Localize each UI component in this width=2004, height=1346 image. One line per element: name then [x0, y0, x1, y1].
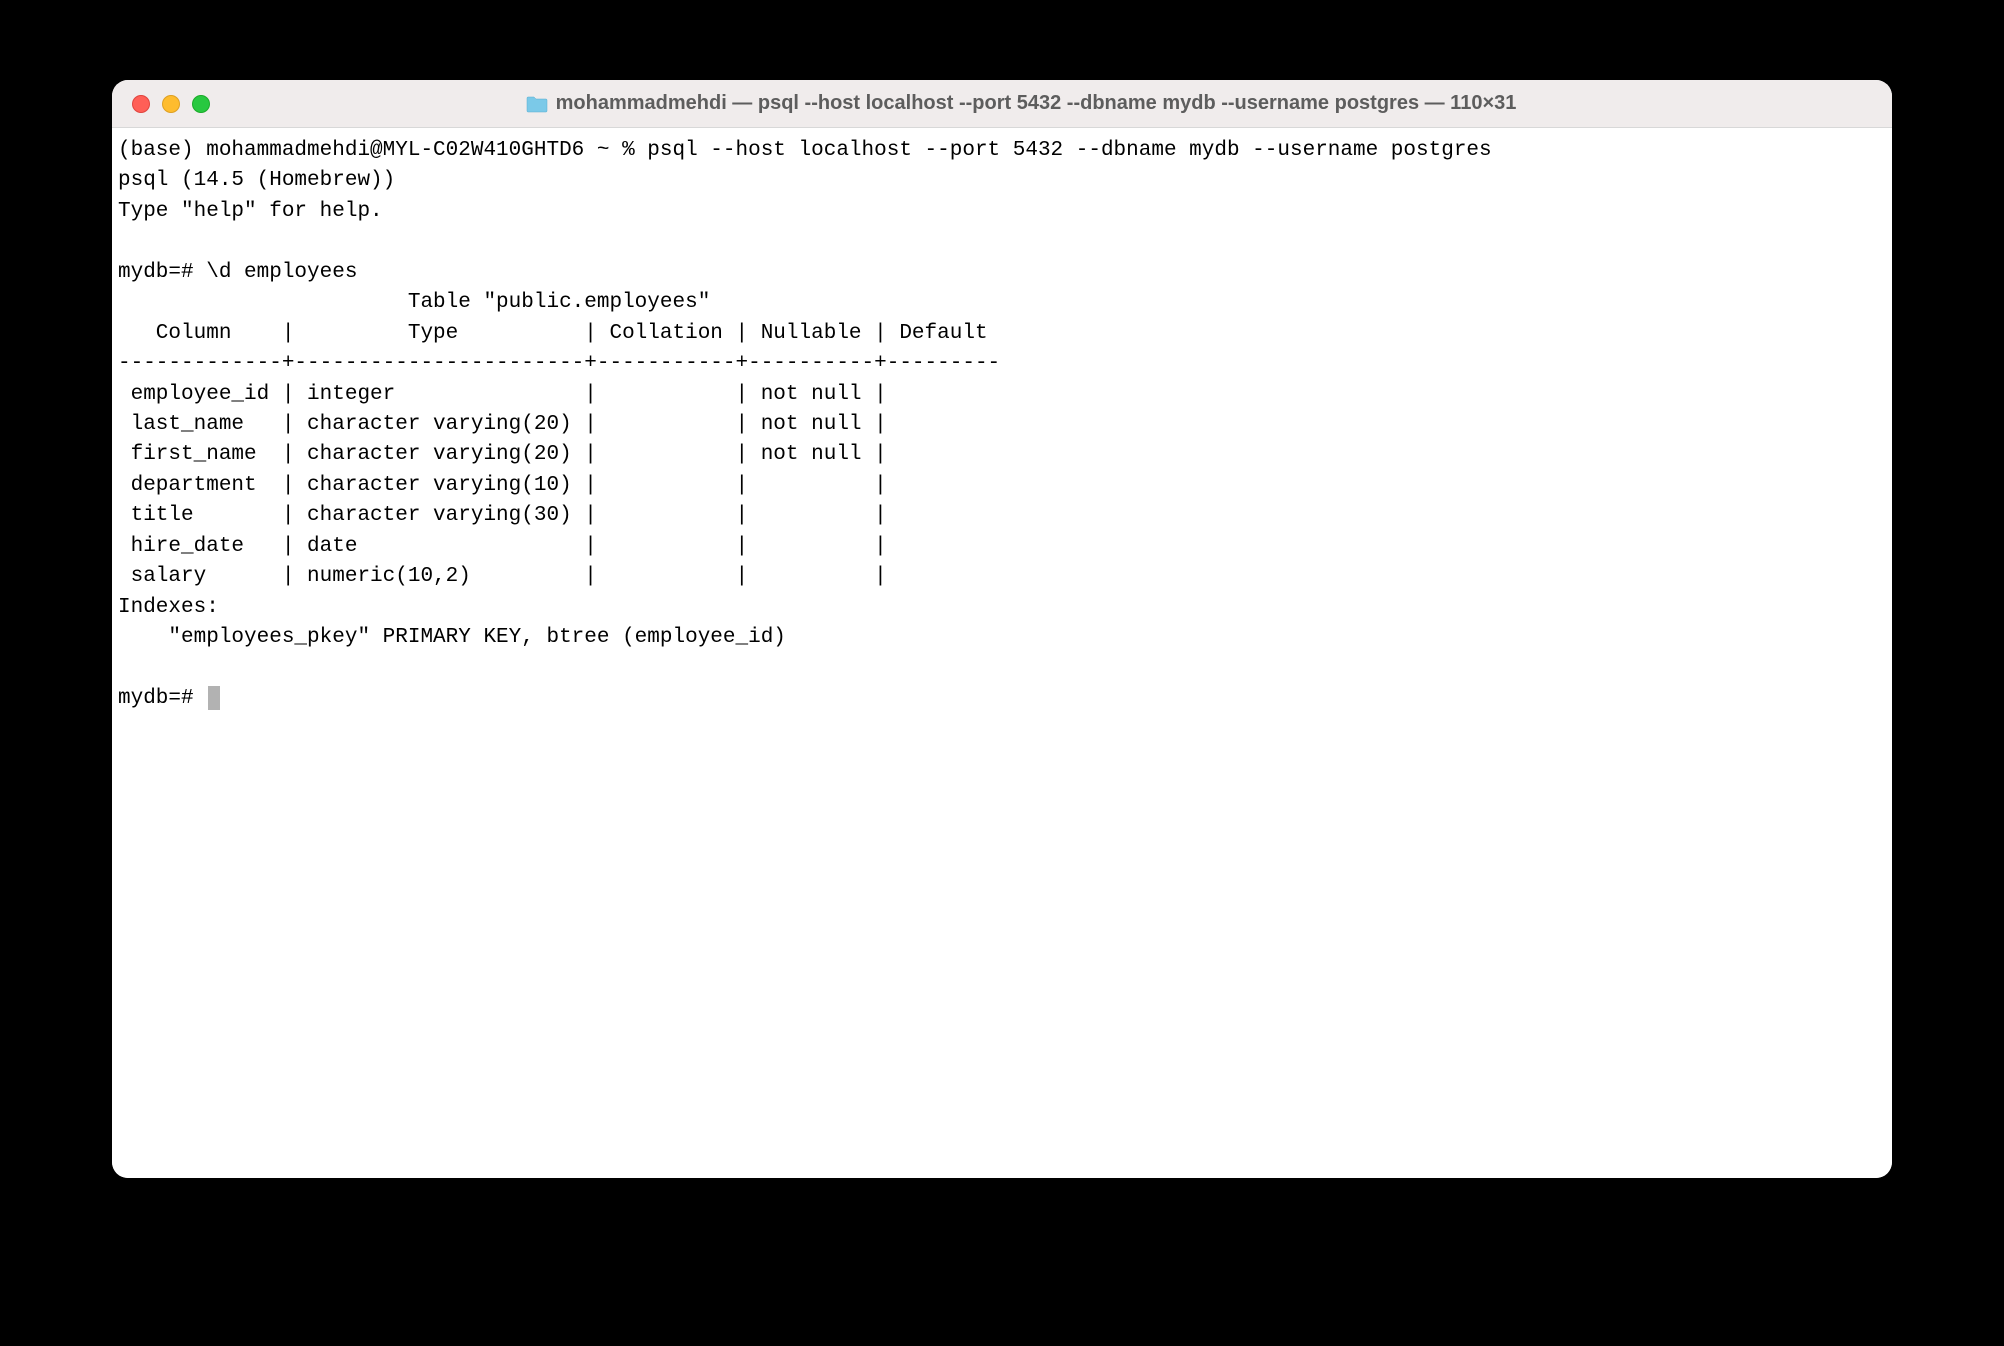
terminal-line: mydb=# \d employees	[118, 261, 357, 284]
cursor	[208, 686, 220, 710]
terminal-line: salary | numeric(10,2) | | |	[118, 565, 899, 588]
terminal-line: Column | Type | Collation | Nullable | D…	[118, 322, 1000, 345]
terminal-line: employee_id | integer | | not null |	[118, 383, 899, 406]
terminal-content[interactable]: (base) mohammadmehdi@MYL-C02W410GHTD6 ~ …	[112, 128, 1892, 1178]
terminal-line: (base) mohammadmehdi@MYL-C02W410GHTD6 ~ …	[118, 139, 1492, 162]
terminal-line: first_name | character varying(20) | | n…	[118, 443, 899, 466]
terminal-prompt: mydb=#	[118, 687, 206, 710]
terminal-line: Table "public.employees"	[118, 291, 710, 314]
terminal-line: Indexes:	[118, 596, 219, 619]
folder-icon	[526, 95, 548, 113]
terminal-line	[118, 230, 131, 253]
terminal-window: mohammadmehdi — psql --host localhost --…	[112, 80, 1892, 1178]
close-button[interactable]	[132, 95, 150, 113]
terminal-line: department | character varying(10) | | |	[118, 474, 899, 497]
terminal-line: "employees_pkey" PRIMARY KEY, btree (emp…	[118, 626, 786, 649]
terminal-line: psql (14.5 (Homebrew))	[118, 169, 395, 192]
titlebar: mohammadmehdi — psql --host localhost --…	[112, 80, 1892, 128]
terminal-line: hire_date | date | | |	[118, 535, 899, 558]
terminal-line: last_name | character varying(20) | | no…	[118, 413, 899, 436]
title-content: mohammadmehdi — psql --host localhost --…	[170, 92, 1872, 115]
terminal-line: Type "help" for help.	[118, 200, 383, 223]
window-title: mohammadmehdi — psql --host localhost --…	[556, 92, 1517, 115]
terminal-line	[118, 656, 131, 679]
terminal-line: -------------+-----------------------+--…	[118, 352, 1000, 375]
terminal-line: title | character varying(30) | | |	[118, 504, 899, 527]
